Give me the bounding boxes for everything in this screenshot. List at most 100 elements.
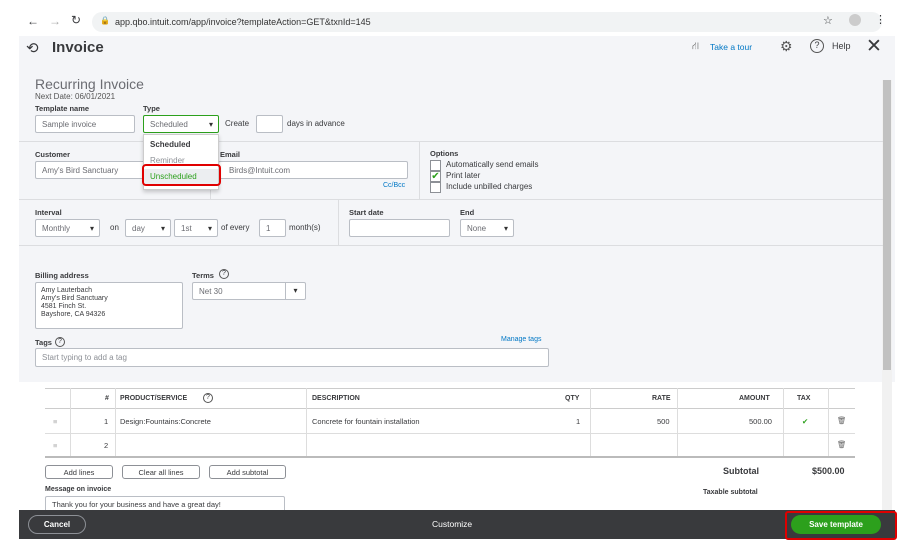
star-icon[interactable]: ☆	[823, 14, 833, 27]
col-description: DESCRIPTION	[312, 395, 360, 402]
type-select[interactable]: Scheduled	[143, 115, 219, 133]
print-later-checkbox[interactable]: ✔	[430, 171, 441, 182]
day-value: day	[132, 223, 145, 233]
end-value: None	[467, 223, 487, 233]
tags-label: Tags	[35, 338, 52, 347]
billing-line: 4581 Finch St.	[41, 303, 87, 310]
taxable-subtotal-label: Taxable subtotal	[703, 489, 758, 496]
divider	[19, 199, 883, 200]
col-tax: TAX	[797, 395, 811, 402]
terms-value: Net 30	[199, 286, 223, 296]
row-product: Design:Fountains:Concrete	[120, 417, 211, 426]
billing-address-input[interactable]: Amy Lauterbach Amy's Bird Sanctuary 4581…	[35, 282, 183, 329]
cc-bcc-link[interactable]: Cc/Bcc	[383, 182, 405, 189]
trash-icon[interactable]: 🗑	[837, 440, 847, 449]
unbilled-label: Include unbilled charges	[446, 182, 533, 191]
interval-select[interactable]: Monthly	[35, 219, 100, 237]
row-rate: 500	[657, 417, 670, 426]
lock-icon: 🔒	[100, 16, 110, 25]
recurring-icon: ⟲	[26, 40, 39, 57]
billing-line: Bayshore, CA 94326	[41, 311, 106, 318]
auto-send-label: Automatically send emails	[446, 160, 539, 169]
auto-send-checkbox[interactable]	[430, 160, 441, 171]
create-label: Create	[225, 119, 250, 128]
option-scheduled[interactable]: Scheduled	[150, 140, 190, 149]
row-tax-check: ✔	[802, 417, 809, 426]
customize-link[interactable]: Customize	[432, 519, 472, 529]
gear-icon[interactable]: ⚙	[780, 38, 793, 55]
drag-handle-icon[interactable]: ≡	[53, 417, 57, 426]
days-label: days in advance	[287, 119, 345, 128]
col-amount: AMOUNT	[739, 395, 770, 402]
footer-bar: Cancel Customize Save template	[19, 510, 895, 539]
every-input[interactable]: 1	[259, 219, 286, 237]
help-link[interactable]: Help	[832, 41, 851, 51]
tags-input[interactable]: Start typing to add a tag	[35, 348, 549, 367]
cancel-button[interactable]: Cancel	[28, 515, 86, 534]
divider	[19, 245, 883, 246]
product-help-icon[interactable]: ?	[203, 393, 213, 403]
every-label: of every	[221, 223, 250, 232]
email-input[interactable]: Birds@Intuit.com	[218, 161, 408, 179]
customer-input[interactable]: Amy's Bird Sanctuary	[35, 161, 145, 179]
type-value: Scheduled	[150, 119, 188, 129]
browser-bar: ← → ↻ 🔒 app.qbo.intuit.com/app/invoice?t…	[0, 0, 902, 36]
nth-value: 1st	[181, 223, 192, 233]
profile-icon[interactable]	[849, 14, 861, 26]
chevron-down-icon[interactable]: ▾	[285, 283, 305, 299]
add-subtotal-button[interactable]: Add subtotal	[209, 465, 286, 479]
back-icon[interactable]: ←	[27, 14, 39, 28]
terms-help-icon[interactable]: ?	[219, 269, 229, 279]
start-date-label: Start date	[349, 208, 384, 217]
nth-select[interactable]: 1st	[174, 219, 218, 237]
take-tour-link[interactable]: Take a tour	[710, 42, 752, 52]
col-rate: RATE	[652, 395, 671, 402]
forward-icon[interactable]: →	[49, 14, 61, 28]
create-days-input[interactable]	[256, 115, 283, 133]
print-later-label: Print later	[446, 171, 481, 180]
form-heading: Recurring Invoice	[35, 76, 144, 92]
add-lines-button[interactable]: Add lines	[45, 465, 113, 479]
close-icon[interactable]: ✕	[866, 35, 882, 58]
page-title: Invoice	[52, 39, 104, 56]
col-num: #	[105, 395, 109, 402]
end-label: End	[460, 208, 475, 217]
reload-icon[interactable]: ↻	[71, 13, 81, 27]
template-name-input[interactable]: Sample invoice	[35, 115, 135, 133]
billing-label: Billing address	[35, 271, 89, 280]
end-select[interactable]: None	[460, 219, 514, 237]
subtotal-label: Subtotal	[723, 466, 759, 476]
message-label: Message on invoice	[45, 486, 112, 493]
interval-label: Interval	[35, 208, 62, 217]
row-amount: 500.00	[749, 417, 772, 426]
divider	[419, 141, 420, 199]
billing-line: Amy Lauterbach	[41, 287, 92, 294]
email-label: Email	[220, 150, 241, 159]
type-label: Type	[143, 104, 160, 113]
scrollbar-thumb[interactable]	[883, 80, 891, 370]
divider	[338, 200, 339, 245]
row-description: Concrete for fountain installation	[312, 417, 420, 426]
template-name-label: Template name	[35, 104, 90, 113]
row-num: 1	[104, 417, 109, 426]
options-label: Options	[430, 149, 459, 158]
tags-help-icon[interactable]: ?	[55, 337, 65, 347]
col-product: PRODUCT/SERVICE	[120, 395, 188, 402]
line-items-table: # PRODUCT/SERVICE ? DESCRIPTION QTY RATE…	[45, 388, 855, 458]
clear-lines-button[interactable]: Clear all lines	[122, 465, 200, 479]
terms-select[interactable]: Net 30 ▾	[192, 282, 306, 300]
terms-label: Terms	[192, 271, 214, 280]
drag-handle-icon[interactable]: ≡	[53, 441, 57, 450]
menu-icon[interactable]: ⋮	[875, 13, 886, 26]
row-qty: 1	[576, 417, 581, 426]
address-bar[interactable]: 🔒 app.qbo.intuit.com/app/invoice?templat…	[92, 12, 882, 32]
help-icon[interactable]: ?	[810, 39, 824, 53]
scrollbar[interactable]	[882, 80, 892, 510]
manage-tags-link[interactable]: Manage tags	[501, 336, 541, 343]
trash-icon[interactable]: 🗑	[837, 416, 847, 425]
highlight-box	[785, 511, 897, 540]
url-text: app.qbo.intuit.com/app/invoice?templateA…	[115, 17, 371, 27]
start-date-input[interactable]	[349, 219, 450, 237]
unbilled-checkbox[interactable]	[430, 182, 441, 193]
day-select[interactable]: day	[125, 219, 171, 237]
